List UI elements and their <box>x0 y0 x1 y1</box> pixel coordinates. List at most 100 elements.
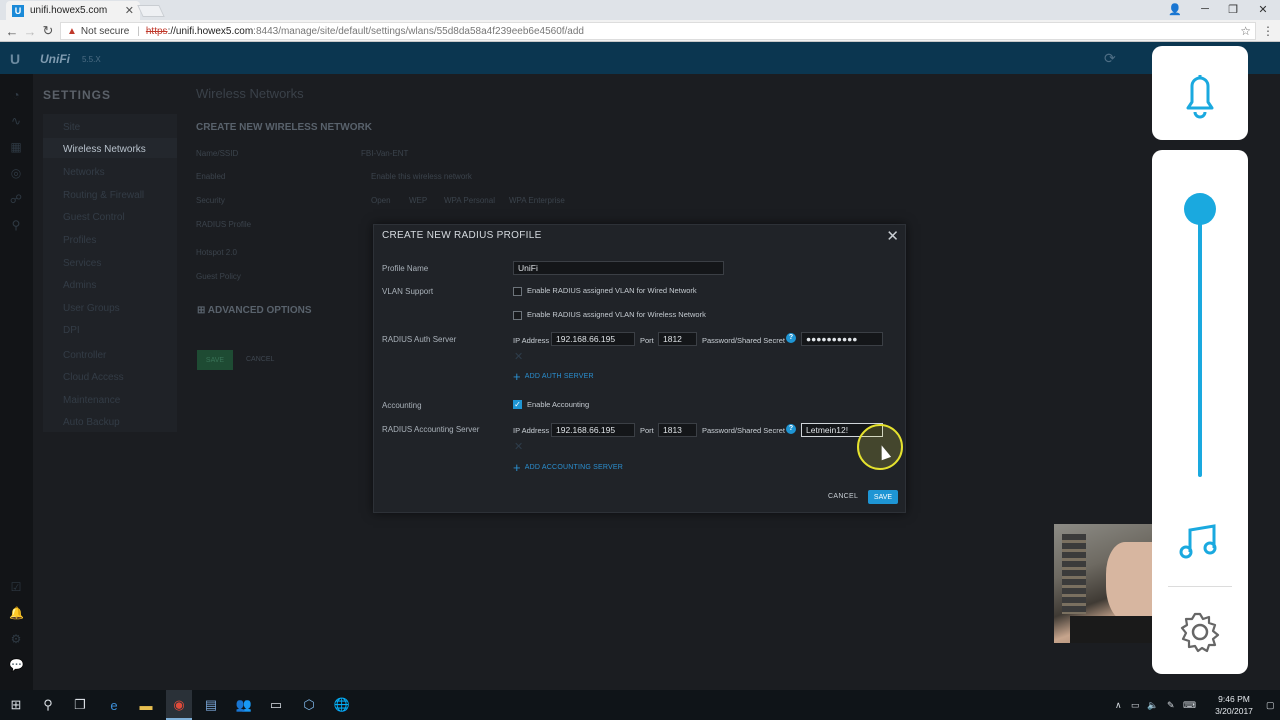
insights-icon[interactable]: ⚲ <box>9 218 23 232</box>
enabled-text[interactable]: Enable this wireless network <box>371 172 472 181</box>
file-explorer-icon[interactable]: ▬ <box>138 697 154 713</box>
sidebar-item-services[interactable]: Services <box>63 258 101 269</box>
sidebar-item-profiles[interactable]: Profiles <box>63 235 96 246</box>
action-center-icon[interactable]: ▢ <box>1266 700 1275 711</box>
add-accounting-server-link[interactable]: + ADD ACCOUNTING SERVER <box>513 460 623 475</box>
sidebar-item-routing-firewall[interactable]: Routing & Firewall <box>63 190 144 201</box>
minimize-icon[interactable]: ─ <box>1190 0 1220 18</box>
form-cancel-button[interactable]: CANCEL <box>246 356 274 363</box>
security-wep[interactable]: WEP <box>409 196 427 205</box>
devices-icon[interactable]: ◎ <box>9 166 23 180</box>
vlan-wired-checkbox[interactable] <box>513 287 522 296</box>
browser-tab[interactable]: U unifi.howex5.com ✕ <box>6 1 140 20</box>
remove-auth-server-icon[interactable]: ✕ <box>514 350 523 363</box>
taskbar-clock[interactable]: 9:46 PM 3/20/2017 <box>1204 693 1264 717</box>
tray-volume-icon[interactable]: 🔈 <box>1147 700 1158 711</box>
sidebar-item-guest-control[interactable]: Guest Control <box>63 212 125 223</box>
sidebar-item-cloud-access[interactable]: Cloud Access <box>63 372 124 383</box>
guest-policy-label: Guest Policy <box>196 272 241 281</box>
unifi-favicon-icon: U <box>12 4 24 17</box>
gear-icon[interactable] <box>1178 610 1222 654</box>
tab-close-icon[interactable]: ✕ <box>125 4 134 17</box>
volume-slider-track[interactable] <box>1198 209 1202 477</box>
help-icon[interactable]: ? <box>786 333 796 343</box>
add-auth-server-link[interactable]: + ADD AUTH SERVER <box>513 369 594 384</box>
left-icon-rail: ◔ ∿ ▦ ◎ ☍ ⚲ ☑ 🔔 ⚙ 💬 <box>0 74 33 690</box>
dashboard-icon[interactable]: ◔ <box>9 88 23 102</box>
sidebar-item-site[interactable]: Site <box>63 122 80 133</box>
sidebar-item-maintenance[interactable]: Maintenance <box>63 395 120 406</box>
settings-rail-icon[interactable]: ⚙ <box>9 632 23 646</box>
sidebar-item-admins[interactable]: Admins <box>63 280 96 291</box>
vlan-wireless-checkbox[interactable] <box>513 311 522 320</box>
sync-icon[interactable]: ⟳ <box>1104 50 1116 67</box>
reload-icon[interactable]: ↻ <box>40 23 56 39</box>
windows-start-icon[interactable]: ⊞ <box>8 697 24 713</box>
sidebar-item-wireless-networks[interactable]: Wireless Networks <box>63 144 146 155</box>
search-icon[interactable]: ⚲ <box>40 697 56 713</box>
forward-arrow-icon[interactable]: → <box>22 23 38 39</box>
close-icon[interactable]: ✕ <box>886 227 899 245</box>
users-app-icon[interactable]: 👥 <box>236 697 252 713</box>
ssid-value[interactable]: FBI-Van-ENT <box>361 149 408 158</box>
advanced-options-toggle[interactable]: ⊞ ADVANCED OPTIONS <box>197 305 312 316</box>
new-tab-button[interactable] <box>137 5 165 17</box>
notification-card[interactable] <box>1152 46 1248 140</box>
alerts-icon[interactable]: 🔔 <box>9 606 24 620</box>
acct-ip-label: IP Address <box>513 426 550 435</box>
accounting-checkbox[interactable]: ✓ <box>513 400 522 409</box>
tray-network-icon[interactable]: ▭ <box>1131 700 1140 711</box>
tray-chevron-icon[interactable]: ∧ <box>1115 700 1122 711</box>
cancel-button[interactable]: CANCEL <box>828 493 858 500</box>
url-scheme: https <box>145 25 168 37</box>
sidebar-item-auto-backup[interactable]: Auto Backup <box>63 417 120 428</box>
edge-icon[interactable]: e <box>106 697 122 713</box>
chrome-icon[interactable]: ◉ <box>171 697 187 713</box>
warning-icon: ▲ <box>67 25 77 37</box>
sidebar-item-user-groups[interactable]: User Groups <box>63 303 120 314</box>
acct-ip-input[interactable]: 192.168.66.195 <box>551 423 635 437</box>
tray-pen-icon[interactable]: ✎ <box>1167 700 1175 711</box>
auth-secret-input[interactable]: ●●●●●●●●●● <box>801 332 883 346</box>
bookmark-star-icon[interactable]: ☆ <box>1240 24 1251 38</box>
sidebar-item-networks[interactable]: Networks <box>63 167 105 178</box>
network-globe-icon[interactable]: 🌐 <box>334 697 350 713</box>
events-icon[interactable]: ☑ <box>9 580 23 594</box>
vlan-support-label: VLAN Support <box>382 287 434 296</box>
security-wpa-personal[interactable]: WPA Personal <box>444 196 495 205</box>
sidebar-item-controller[interactable]: Controller <box>63 350 106 361</box>
url-bar[interactable]: ▲ Not secure | https ://unifi.howex5.com… <box>60 22 1256 40</box>
back-arrow-icon[interactable]: ← <box>4 23 20 39</box>
restore-icon[interactable]: ❐ <box>1218 0 1248 18</box>
volume-slider-knob[interactable] <box>1184 193 1216 225</box>
form-save-button[interactable]: SAVE <box>197 350 233 370</box>
remove-accounting-server-icon[interactable]: ✕ <box>514 440 523 453</box>
help-icon[interactable]: ? <box>786 424 796 434</box>
sidebar-item-dpi[interactable]: DPI <box>63 325 80 336</box>
tray-keyboard-icon[interactable]: ⌨ <box>1183 700 1196 711</box>
clients-icon[interactable]: ☍ <box>9 192 23 206</box>
profile-name-input[interactable]: UniFi <box>513 261 724 275</box>
virtualbox-icon[interactable]: ⬡ <box>301 697 317 713</box>
acct-port-input[interactable]: 1813 <box>658 423 697 437</box>
browser-menu-icon[interactable]: ⋮ <box>1262 24 1274 38</box>
panel-divider <box>1168 586 1232 587</box>
chat-icon[interactable]: 💬 <box>9 658 24 672</box>
save-button[interactable]: SAVE <box>868 490 898 504</box>
window-close-icon[interactable]: ✕ <box>1248 0 1278 18</box>
server-manager-icon[interactable]: ▤ <box>203 697 219 713</box>
accounting-label: Accounting <box>382 401 422 410</box>
security-wpa-enterprise[interactable]: WPA Enterprise <box>509 196 565 205</box>
accounting-server-label: RADIUS Accounting Server <box>382 425 480 434</box>
music-icon[interactable] <box>1178 522 1222 562</box>
security-open[interactable]: Open <box>371 196 391 205</box>
clock-time: 9:46 PM <box>1218 694 1250 704</box>
bell-icon <box>1186 75 1214 119</box>
auth-port-input[interactable]: 1812 <box>658 332 697 346</box>
map-icon[interactable]: ▦ <box>9 140 23 154</box>
statistics-icon[interactable]: ∿ <box>9 114 23 128</box>
auth-ip-input[interactable]: 192.168.66.195 <box>551 332 635 346</box>
task-view-icon[interactable]: ❐ <box>72 697 88 713</box>
user-icon[interactable]: 👤 <box>1160 0 1190 18</box>
terminal-icon[interactable]: ▭ <box>268 697 284 713</box>
